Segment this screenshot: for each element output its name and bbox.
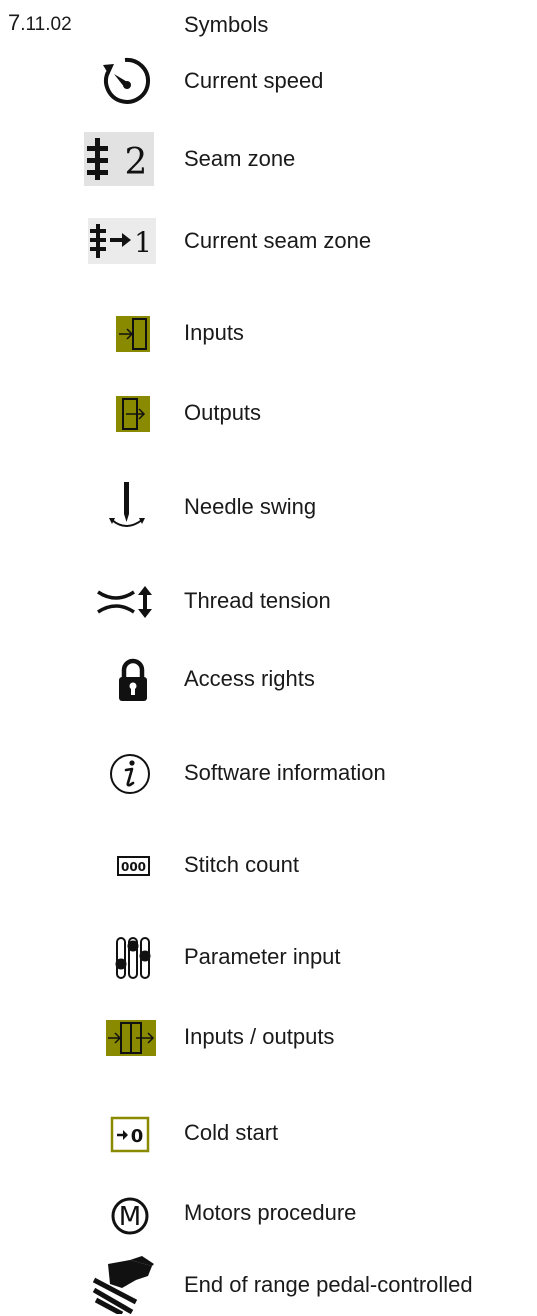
stitch-counter-icon: 000 <box>116 854 152 878</box>
symbol-row-access-rights: Access rights <box>0 650 537 710</box>
symbol-row-needle-swing: Needle swing <box>0 478 537 538</box>
stitch-count-digits: 000 <box>121 860 146 874</box>
symbol-row-current-seam-zone: 1 Current seam zone <box>0 212 537 272</box>
symbol-label: Thread tension <box>184 588 331 613</box>
section-number-sub: .11.02 <box>20 14 72 35</box>
needle-swing-icon <box>106 480 148 534</box>
symbol-label: Software information <box>184 760 386 785</box>
symbol-row-end-of-range-pedal: End of range pedal-controlled <box>0 1254 537 1314</box>
symbol-row-seam-zone: 2 Seam zone <box>0 130 537 190</box>
current-seam-zone-icon: 1 <box>88 218 156 264</box>
pedal-icon <box>92 1254 158 1314</box>
section-title: Symbols <box>184 12 269 37</box>
info-icon <box>106 750 154 798</box>
symbol-label: Motors procedure <box>184 1200 357 1225</box>
motor-icon: M <box>108 1194 152 1238</box>
symbol-label: Inputs / outputs <box>184 1024 335 1049</box>
symbol-row-thread-tension: Thread tension <box>0 572 537 632</box>
symbol-label: Cold start <box>184 1120 279 1145</box>
symbol-label: Stitch count <box>184 852 299 877</box>
cold-start-icon: 0 <box>110 1116 152 1154</box>
section-number: 7.11.02 <box>8 10 72 36</box>
thread-tension-icon <box>96 582 156 622</box>
symbol-label: Access rights <box>184 666 315 691</box>
symbol-label: End of range pedal-controlled <box>184 1272 473 1297</box>
sliders-icon <box>112 934 154 982</box>
current-seam-zone-number: 1 <box>134 226 152 259</box>
symbol-row-inputs-outputs: Inputs / outputs <box>0 1008 537 1068</box>
outputs-icon <box>116 396 150 432</box>
symbol-label: Current speed <box>184 68 324 93</box>
section-number-main: 7 <box>8 10 21 35</box>
symbol-label: Current seam zone <box>184 228 372 253</box>
seam-zone-number: 2 <box>125 142 148 183</box>
symbol-row-current-speed: Current speed <box>0 52 537 112</box>
symbol-row-inputs: Inputs <box>0 304 537 364</box>
symbol-row-software-information: Software information <box>0 744 537 804</box>
symbol-row-outputs: Outputs <box>0 384 537 444</box>
seam-zone-icon: 2 <box>84 132 154 186</box>
symbol-row-cold-start: 0 Cold start <box>0 1104 537 1164</box>
symbol-label: Seam zone <box>184 146 296 171</box>
motor-letter: M <box>119 1202 141 1232</box>
symbol-label: Outputs <box>184 400 262 425</box>
inputs-icon <box>116 316 150 352</box>
symbol-label: Parameter input <box>184 944 341 969</box>
symbol-label: Inputs <box>184 320 244 345</box>
padlock-icon <box>116 656 150 704</box>
cold-start-digit: 0 <box>131 1126 144 1147</box>
symbol-row-parameter-input: Parameter input <box>0 928 537 988</box>
inputs-outputs-icon <box>106 1020 156 1056</box>
symbol-label: Needle swing <box>184 494 317 519</box>
symbol-row-motors-procedure: M Motors procedure <box>0 1184 537 1244</box>
symbol-row-stitch-count: 000 Stitch count <box>0 836 537 896</box>
speedometer-icon <box>98 54 152 108</box>
